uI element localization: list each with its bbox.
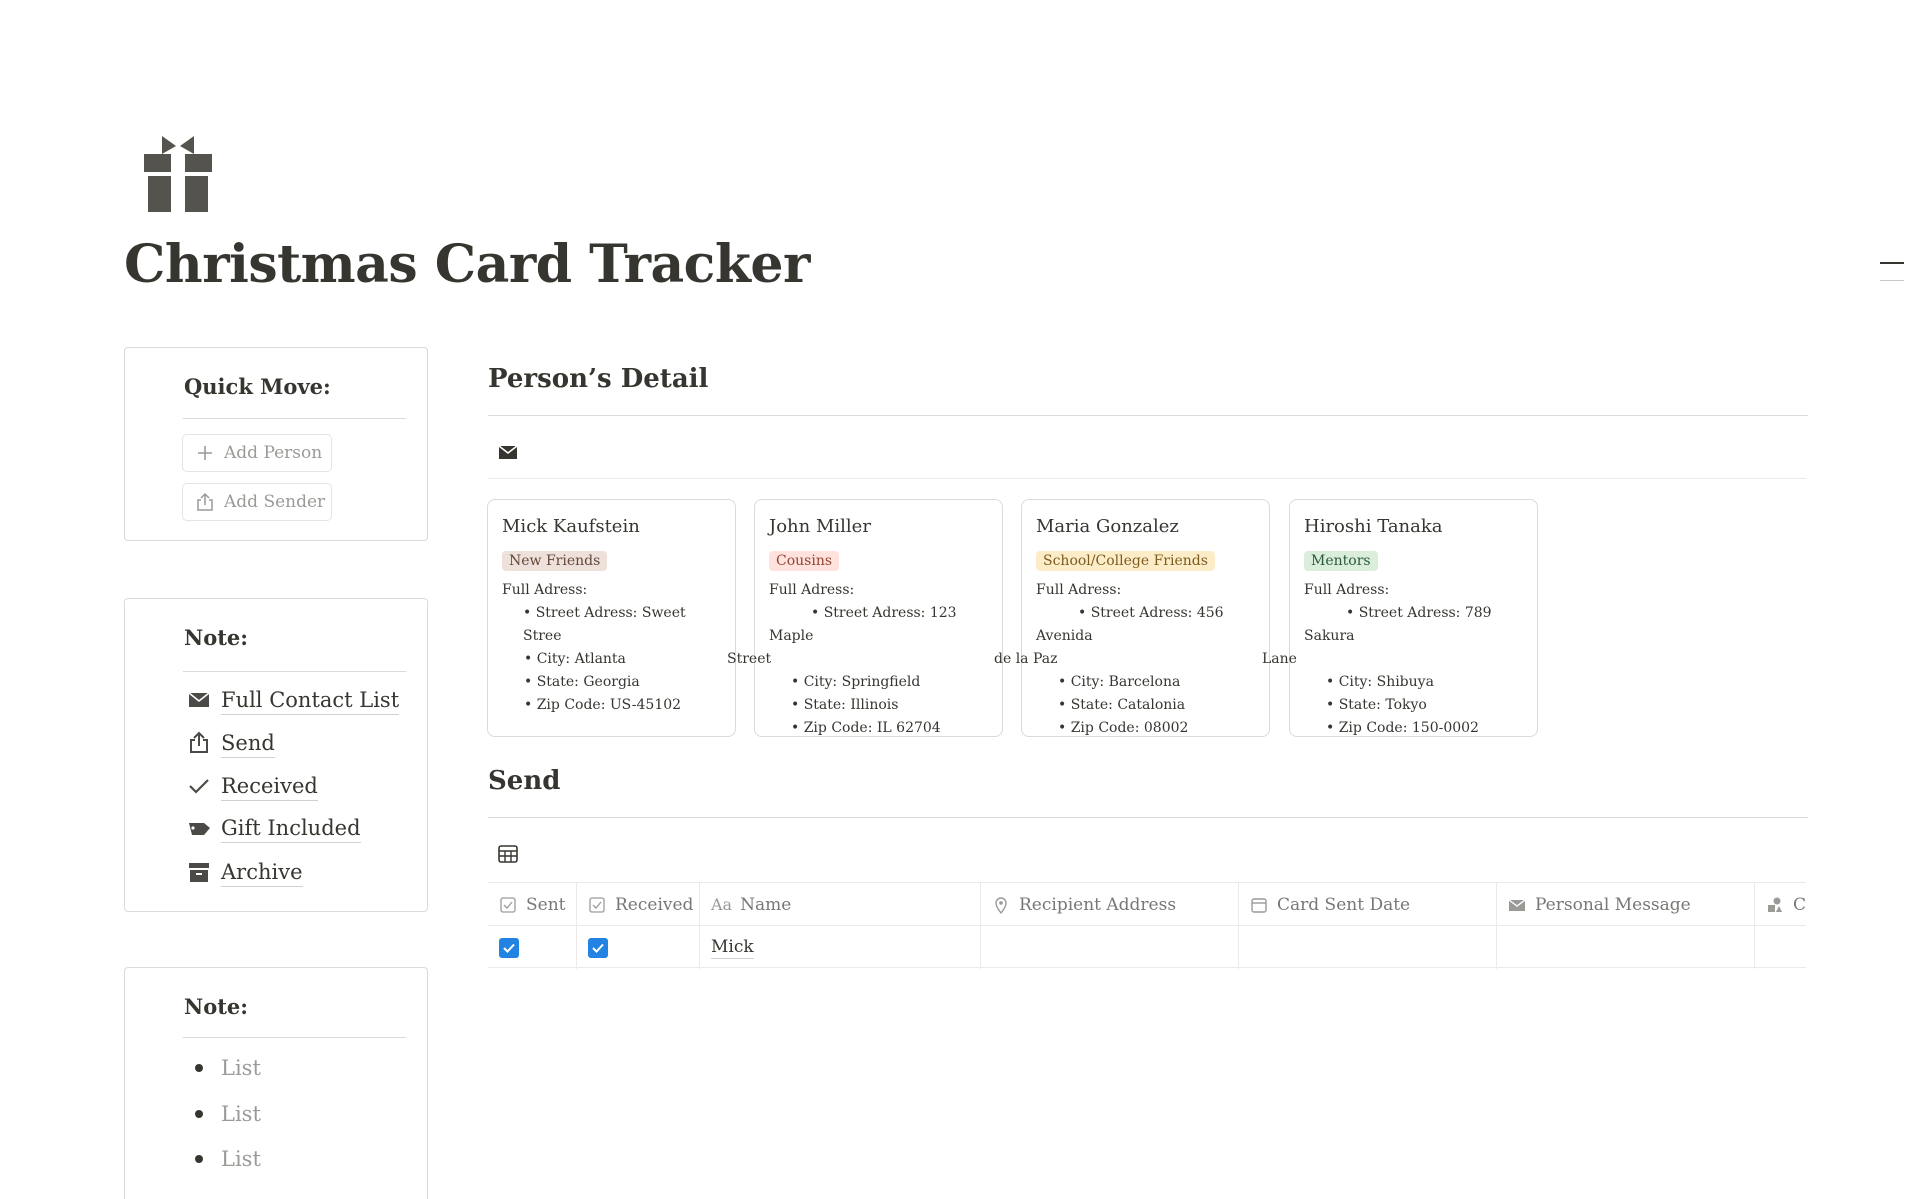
relationship-tag: Cousins [769,551,840,571]
add-person-label: Add Person [224,443,323,463]
add-sender-button[interactable]: Add Sender [182,483,332,521]
column-header-ca[interactable]: Ca [1755,883,1806,926]
envelope-icon[interactable] [497,441,519,463]
person-card[interactable]: Maria Gonzalez School/College Friends Fu… [994,499,1270,737]
recipient-address-cell[interactable] [981,926,1239,969]
plus-icon [198,446,212,460]
quick-move-callout: Quick Move: Add Person Add Sender [124,347,428,541]
column-header-card-sent-date[interactable]: Card Sent Date [1239,883,1497,926]
send-table: Sent Received Aa Name Recipient Address … [488,882,1806,969]
street-address: • Street Adress: 456 Avenida de la Paz [994,605,1224,667]
address-label: Full Adress: [502,582,588,598]
envelope-icon [1508,898,1526,911]
state: • State: Tokyo [1326,697,1427,713]
upload-icon [190,731,208,753]
ca-cell[interactable] [1755,926,1806,969]
shapes-icon [1768,897,1782,912]
share-icon [197,492,213,511]
person-card[interactable]: Hiroshi Tanaka Mentors Full Adress: • St… [1262,499,1538,737]
relationship-tag: Mentors [1304,551,1378,571]
nav-gift-included-label: Gift Included [221,814,361,843]
city: • City: Barcelona [1058,674,1181,690]
column-header-received[interactable]: Received [577,883,700,926]
person-card[interactable]: Mick Kaufstein New Friends Full Adress: … [487,499,736,737]
state: • State: Georgia [524,674,640,690]
column-header-name[interactable]: Aa Name [700,883,981,926]
note-list-callout: Note: List List List [124,967,428,1199]
address-label: Full Adress: [1036,582,1122,598]
nav-send[interactable]: Send [187,727,275,759]
city: • City: Shibuya [1326,674,1434,690]
envelope-icon [188,692,210,707]
relationship-tag: New Friends [502,551,608,571]
nav-full-contact-list-label: Full Contact List [221,686,400,715]
list-item[interactable]: List [195,1144,261,1174]
add-sender-label: Add Sender [224,492,326,512]
zip-code: • Zip Code: US-45102 [524,697,682,713]
column-header-sent[interactable]: Sent [488,883,577,926]
city: • City: Springfield [791,674,921,690]
list-item[interactable]: List [195,1053,261,1083]
page-title: Christmas Card Tracker [124,234,810,295]
address-label: Full Adress: [1304,582,1390,598]
checkmark-icon [189,779,209,794]
sent-checkbox[interactable] [499,937,519,958]
gift-icon [144,136,212,212]
zip-code: • Zip Code: IL 62704 [791,720,941,736]
nav-archive-label: Archive [221,858,303,887]
person-card[interactable]: John Miller Cousins Full Adress: • Stree… [727,499,1003,737]
nav-received[interactable]: Received [187,770,318,802]
nav-archive[interactable]: Archive [187,856,303,888]
text-icon: Aa [711,895,733,914]
card-sent-date-cell[interactable] [1239,926,1497,969]
nav-full-contact-list[interactable]: Full Contact List [187,684,400,716]
address-label: Full Adress: [769,582,855,598]
zip-code: • Zip Code: 08002 [1058,720,1189,736]
archive-icon [189,863,209,882]
table-header-row: Sent Received Aa Name Recipient Address … [488,882,1806,926]
location-pin-icon [995,896,1007,914]
personal-message-cell[interactable] [1497,926,1755,969]
relationship-tag: School/College Friends [1036,551,1215,571]
person-name: John Miller [769,516,871,537]
checkbox-icon [589,896,605,913]
person-name: Hiroshi Tanaka [1304,516,1443,537]
table-icon[interactable] [497,843,519,865]
list-item[interactable]: List [195,1099,261,1129]
zip-code: • Zip Code: 150-0002 [1326,720,1479,736]
nav-received-label: Received [221,772,318,801]
outline-toggle[interactable] [1880,262,1904,281]
state: • State: Illinois [791,697,899,713]
checkmark-icon [592,943,604,953]
add-person-button[interactable]: Add Person [182,434,332,472]
person-name: Maria Gonzalez [1036,516,1179,537]
received-cell [577,926,700,969]
city: • City: Atlanta [524,651,626,667]
street-address: • Street Adress: 789 Sakura Lane [1262,605,1492,667]
nav-send-label: Send [221,729,275,758]
street-address: • Street Adress: 123 Maple Street [727,605,957,667]
received-checkbox[interactable] [588,937,608,958]
note-nav-callout: Note: Full Contact List Send Received Gi… [124,598,428,912]
note-nav-heading: Note: [184,625,249,650]
checkbox-icon [500,896,516,913]
table-row[interactable]: Mick [488,925,1806,969]
state: • State: Catalonia [1058,697,1186,713]
name-cell[interactable]: Mick [700,926,981,969]
calendar-icon [1251,897,1267,913]
nav-gift-included[interactable]: Gift Included [187,812,361,844]
tag-icon [189,823,210,835]
persons-detail-title: Person’s Detail [488,364,709,394]
quick-move-heading: Quick Move: [184,374,331,399]
note-list-heading: Note: [184,994,249,1019]
send-title: Send [488,766,561,796]
checkmark-icon [503,943,515,953]
sent-cell [488,926,577,969]
person-name: Mick Kaufstein [502,516,640,537]
column-header-personal-message[interactable]: Personal Message [1497,883,1755,926]
row-name[interactable]: Mick [711,936,754,959]
street-address: • Street Adress: Sweet Stree [523,605,686,644]
column-header-recipient-address[interactable]: Recipient Address [981,883,1239,926]
